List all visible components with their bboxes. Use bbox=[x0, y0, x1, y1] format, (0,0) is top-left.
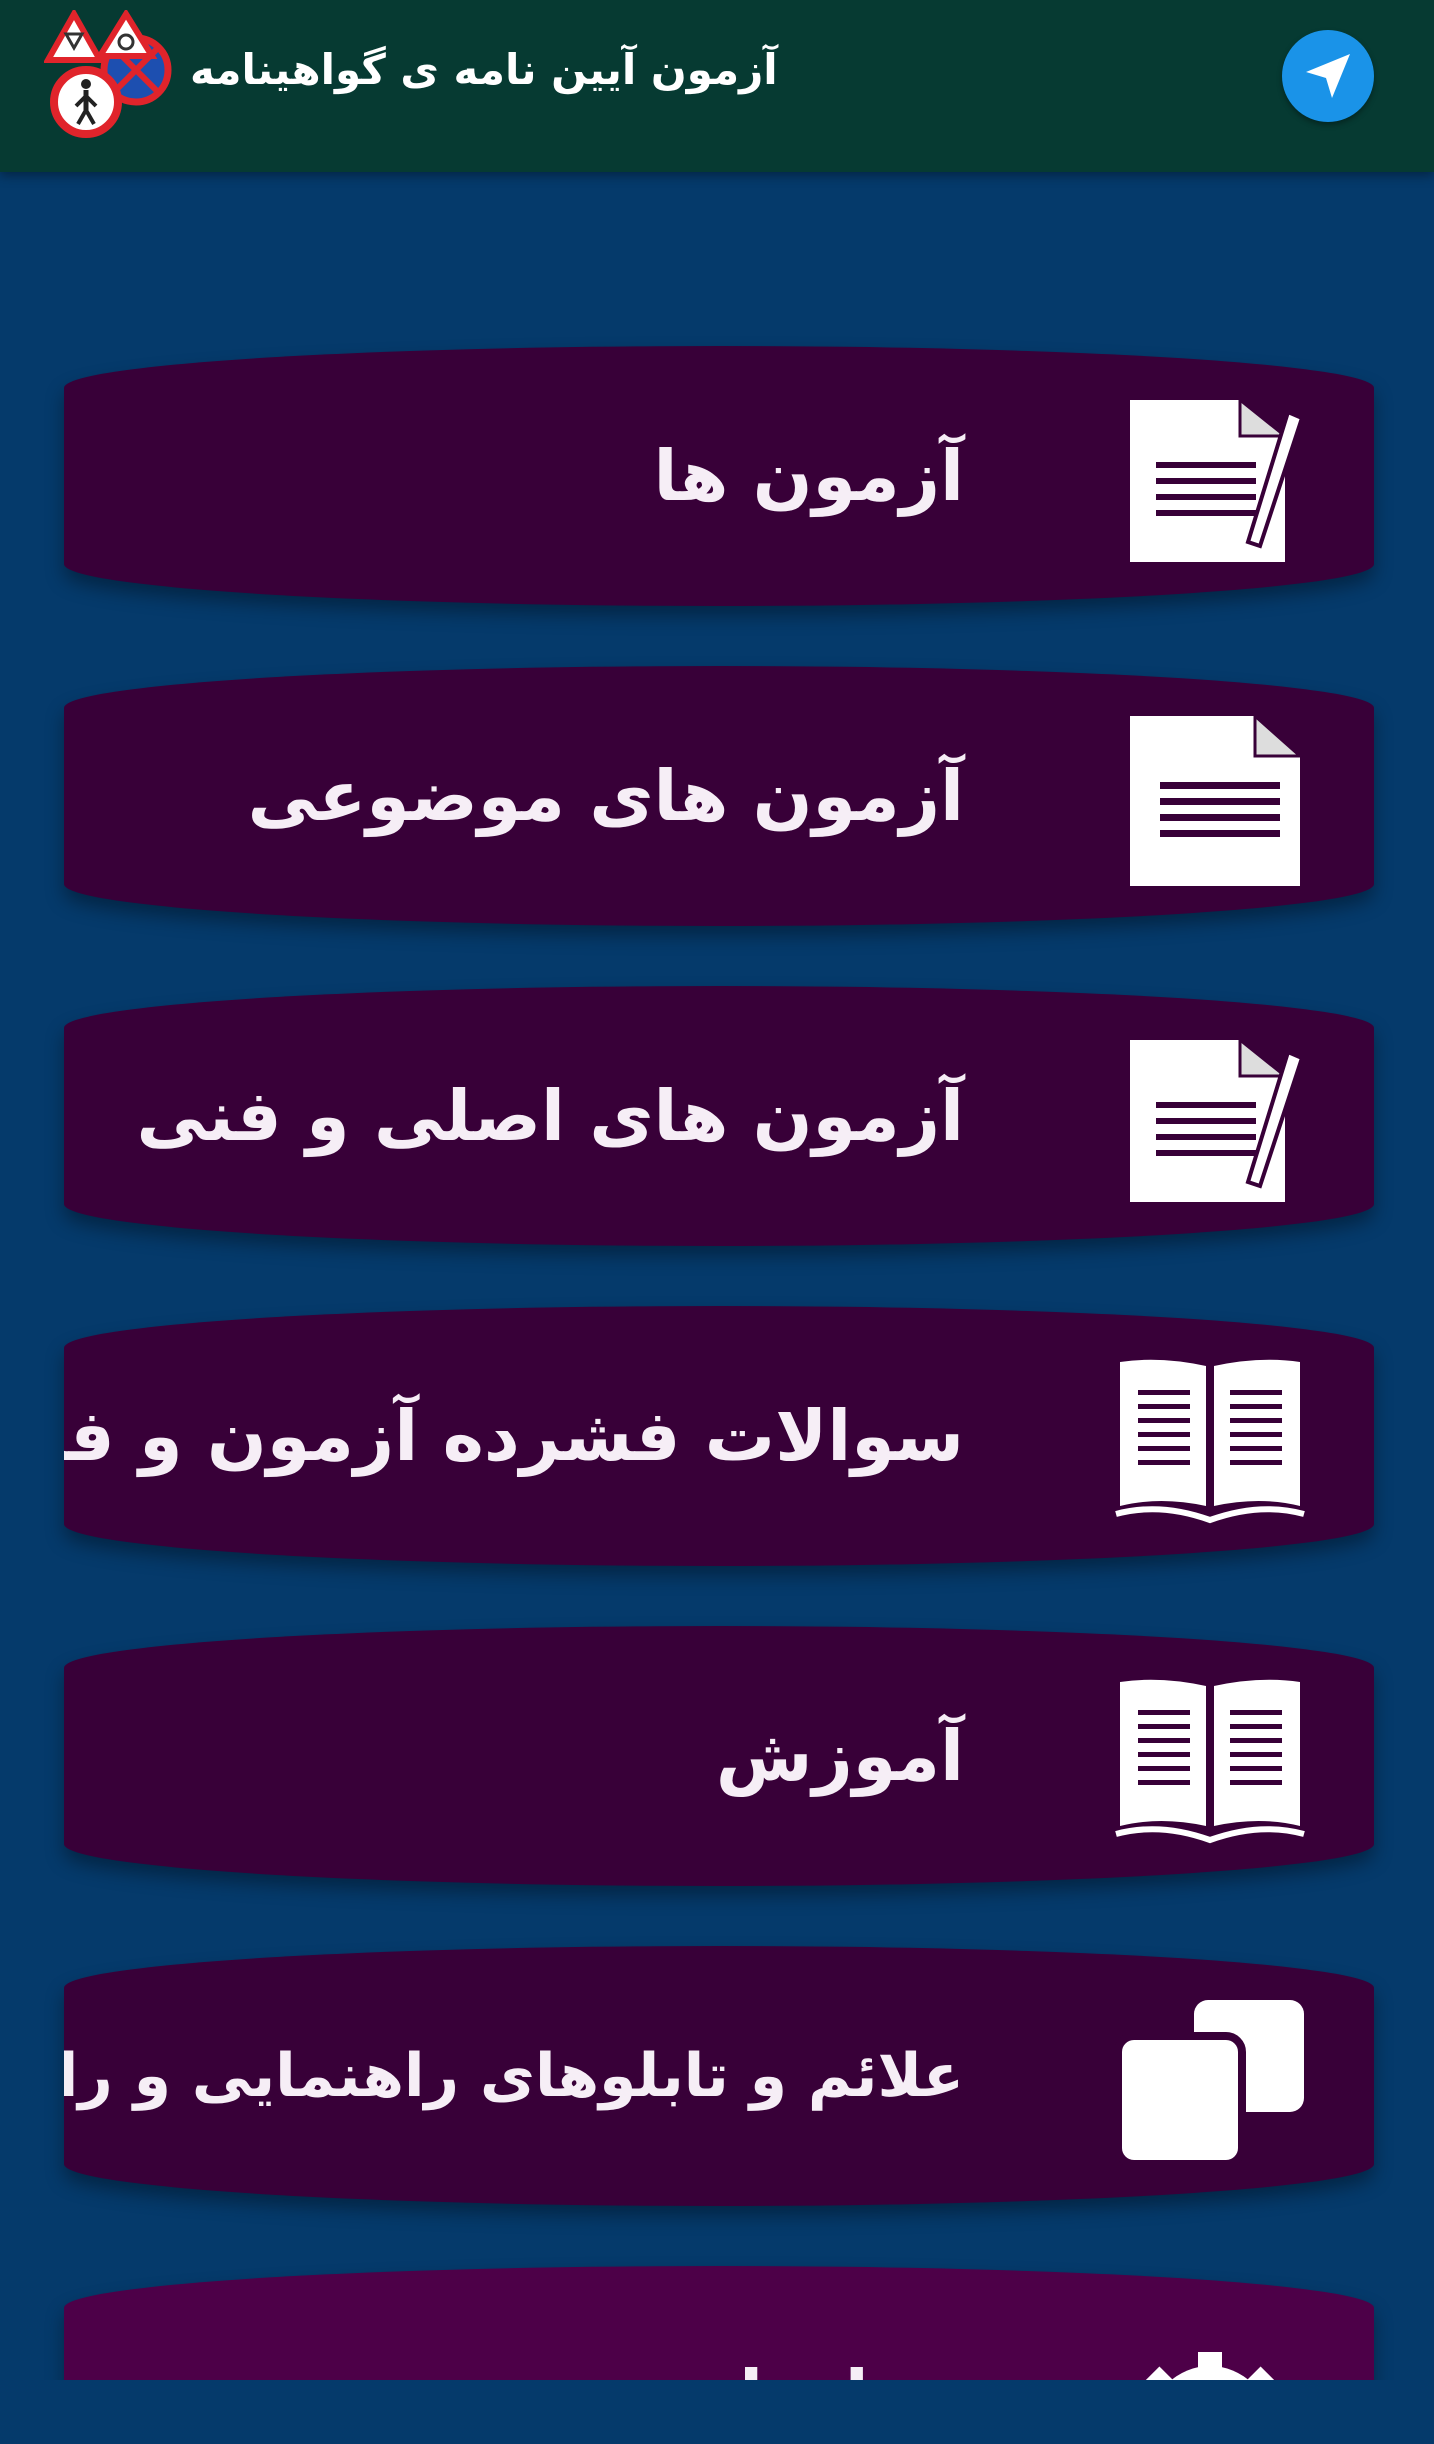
menu-item-exams[interactable]: آزمون ها bbox=[64, 346, 1374, 606]
menu-item-label: علائم و تابلوهای راهنمایی و رانندگی bbox=[64, 2041, 964, 2111]
app-title: آزمون آیین نامه ی گواهینامه bbox=[190, 45, 778, 94]
document-pen-icon bbox=[1130, 1036, 1305, 1202]
send-arrow-icon bbox=[1306, 54, 1350, 98]
gear-icon bbox=[1142, 2352, 1278, 2380]
menu-item-label: آزمون ها bbox=[653, 435, 964, 517]
menu-item-label: تنظیمات bbox=[669, 2266, 964, 2380]
bottom-bar bbox=[0, 2380, 1434, 2444]
menu-item-label: آزمون های اصلی و فنی bbox=[136, 1075, 965, 1157]
menu-item-label: آموزش bbox=[715, 1715, 964, 1797]
app-bar: آزمون آیین نامه ی گواهینامه bbox=[0, 0, 1434, 172]
menu-item-label: آزمون های موضوعی bbox=[247, 755, 964, 837]
send-button[interactable] bbox=[1282, 30, 1374, 122]
traffic-signs-logo-icon bbox=[44, 10, 172, 138]
open-book-icon bbox=[1115, 1359, 1305, 1524]
menu-item-traffic-signs[interactable]: علائم و تابلوهای راهنمایی و رانندگی bbox=[64, 1946, 1374, 2206]
menu-item-topic-exams[interactable]: آزمون های موضوعی bbox=[64, 666, 1374, 926]
open-book-icon bbox=[1115, 1679, 1305, 1844]
menu-item-label: سوالات فشرده آزمون و فنی bbox=[64, 1395, 964, 1477]
document-pen-icon bbox=[1130, 396, 1305, 562]
main-menu: آزمون ها آزمون های موضوعی آزمون های اصلی… bbox=[0, 172, 1434, 2380]
menu-item-settings[interactable]: تنظیمات bbox=[64, 2266, 1374, 2380]
document-icon bbox=[1130, 716, 1304, 886]
menu-item-training[interactable]: آموزش bbox=[64, 1626, 1374, 1886]
menu-item-compressed-questions[interactable]: سوالات فشرده آزمون و فنی bbox=[64, 1306, 1374, 1566]
menu-item-main-technical-exams[interactable]: آزمون های اصلی و فنی bbox=[64, 986, 1374, 1246]
copy-squares-icon bbox=[1114, 2000, 1304, 2166]
